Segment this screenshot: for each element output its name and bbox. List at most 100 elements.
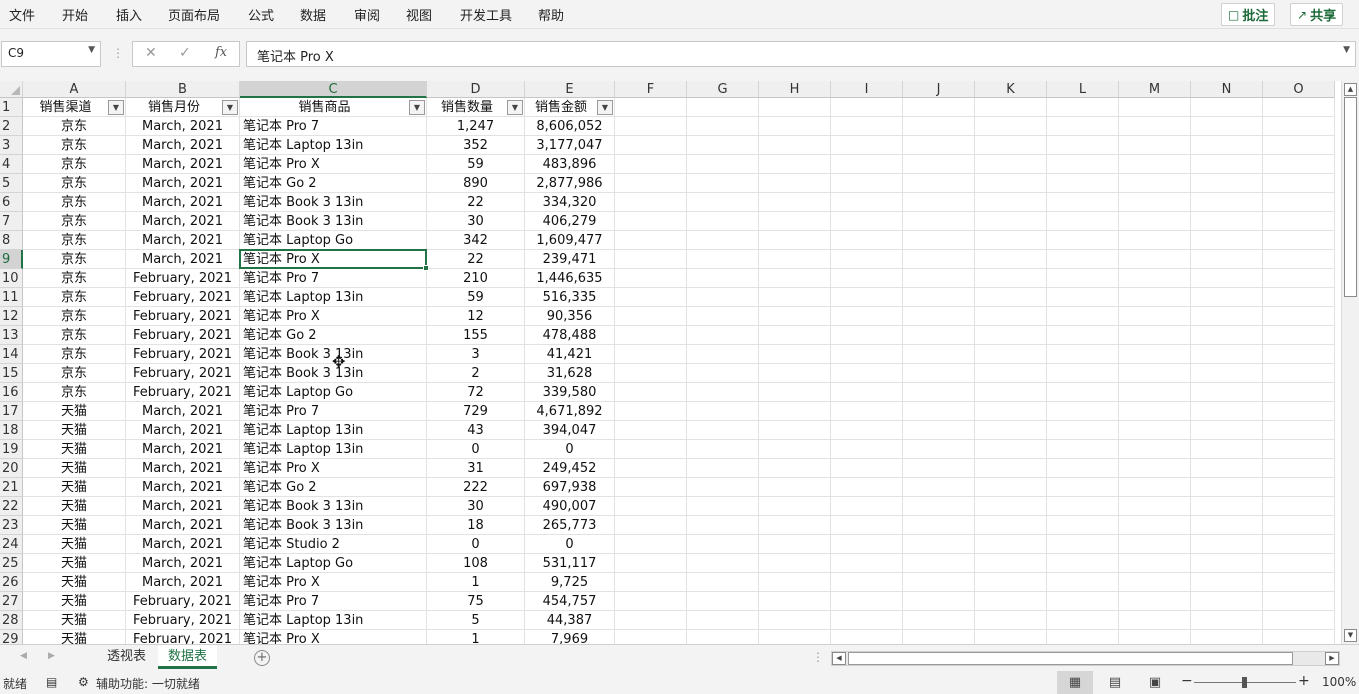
table-cell[interactable]: 天猫: [23, 554, 126, 573]
expand-formula-icon[interactable]: ▼: [1343, 45, 1350, 55]
table-cell[interactable]: [903, 554, 975, 573]
table-cell[interactable]: 59: [427, 155, 525, 174]
horizontal-scroll-thumb[interactable]: [848, 652, 1293, 665]
table-cell[interactable]: [831, 535, 903, 554]
table-cell[interactable]: [759, 117, 831, 136]
table-cell[interactable]: [975, 459, 1047, 478]
column-header-J[interactable]: J: [903, 81, 975, 98]
table-cell[interactable]: March, 2021: [126, 573, 240, 592]
confirm-icon[interactable]: ✓: [179, 45, 191, 61]
table-cell[interactable]: [1191, 497, 1263, 516]
table-cell[interactable]: 3: [427, 345, 525, 364]
table-cell[interactable]: [903, 383, 975, 402]
table-cell[interactable]: [687, 288, 759, 307]
table-cell[interactable]: 笔记本 Pro 7: [240, 117, 427, 136]
macro-record-icon[interactable]: ▤: [46, 675, 57, 689]
table-cell[interactable]: [759, 231, 831, 250]
table-cell[interactable]: [1047, 611, 1119, 630]
table-cell[interactable]: [687, 421, 759, 440]
table-cell[interactable]: [1263, 307, 1335, 326]
table-cell[interactable]: [1047, 630, 1119, 644]
table-cell[interactable]: 155: [427, 326, 525, 345]
table-cell[interactable]: [903, 155, 975, 174]
table-cell[interactable]: [831, 459, 903, 478]
table-cell[interactable]: [1119, 345, 1191, 364]
row-header-12[interactable]: 12: [0, 307, 23, 326]
column-header-C[interactable]: C: [240, 81, 427, 98]
table-cell[interactable]: [975, 554, 1047, 573]
row-header-29[interactable]: 29: [0, 630, 23, 644]
table-cell[interactable]: [615, 345, 687, 364]
table-cell[interactable]: [903, 478, 975, 497]
table-cell[interactable]: [687, 459, 759, 478]
table-cell[interactable]: [831, 497, 903, 516]
table-cell[interactable]: [1119, 193, 1191, 212]
table-cell[interactable]: [1191, 478, 1263, 497]
table-cell[interactable]: 京东: [23, 345, 126, 364]
table-cell[interactable]: [615, 231, 687, 250]
table-cell[interactable]: March, 2021: [126, 231, 240, 250]
table-cell[interactable]: 249,452: [525, 459, 615, 478]
table-cell[interactable]: [903, 326, 975, 345]
row-header-25[interactable]: 25: [0, 554, 23, 573]
table-cell[interactable]: [1263, 592, 1335, 611]
table-cell[interactable]: [903, 174, 975, 193]
share-button[interactable]: ↗ 共享: [1290, 3, 1344, 26]
table-cell[interactable]: 京东: [23, 383, 126, 402]
table-cell[interactable]: [1047, 592, 1119, 611]
table-cell[interactable]: 笔记本 Pro X: [240, 307, 427, 326]
table-cell[interactable]: 8,606,052: [525, 117, 615, 136]
table-cell[interactable]: [687, 630, 759, 644]
table-cell[interactable]: [903, 516, 975, 535]
table-cell[interactable]: [615, 421, 687, 440]
table-cell[interactable]: 天猫: [23, 421, 126, 440]
table-cell[interactable]: 笔记本 Book 3 13in: [240, 516, 427, 535]
table-cell[interactable]: [1119, 231, 1191, 250]
table-cell[interactable]: [615, 573, 687, 592]
table-cell[interactable]: [615, 288, 687, 307]
table-cell[interactable]: [615, 155, 687, 174]
table-cell[interactable]: March, 2021: [126, 516, 240, 535]
table-cell[interactable]: 笔记本 Book 3 13in: [240, 497, 427, 516]
table-cell[interactable]: [831, 136, 903, 155]
table-cell[interactable]: March, 2021: [126, 193, 240, 212]
table-cell[interactable]: [1263, 535, 1335, 554]
table-cell[interactable]: [1047, 117, 1119, 136]
column-header-A[interactable]: A: [23, 81, 126, 98]
formula-input[interactable]: 笔记本 Pro X ▼: [246, 41, 1356, 67]
row-header-19[interactable]: 19: [0, 440, 23, 459]
accessibility-icon[interactable]: ⚙: [78, 675, 89, 689]
table-cell[interactable]: 天猫: [23, 478, 126, 497]
table-cell[interactable]: March, 2021: [126, 497, 240, 516]
table-cell[interactable]: [831, 117, 903, 136]
table-cell[interactable]: 9,725: [525, 573, 615, 592]
table-cell[interactable]: February, 2021: [126, 630, 240, 644]
table-cell[interactable]: [903, 269, 975, 288]
table-cell[interactable]: [759, 383, 831, 402]
menu-tab-5[interactable]: 数据: [300, 5, 326, 24]
table-cell[interactable]: [903, 402, 975, 421]
table-cell[interactable]: 笔记本 Pro X: [240, 573, 427, 592]
table-cell[interactable]: March, 2021: [126, 117, 240, 136]
table-cell[interactable]: February, 2021: [126, 592, 240, 611]
table-cell[interactable]: 笔记本 Laptop 13in: [240, 611, 427, 630]
table-cell[interactable]: 22: [427, 250, 525, 269]
menu-tab-1[interactable]: 开始: [62, 5, 88, 24]
table-cell[interactable]: [1263, 231, 1335, 250]
table-cell[interactable]: 笔记本 Pro X: [240, 155, 427, 174]
table-cell[interactable]: March, 2021: [126, 174, 240, 193]
table-cell[interactable]: [687, 364, 759, 383]
table-cell[interactable]: [615, 212, 687, 231]
table-cell[interactable]: March, 2021: [126, 155, 240, 174]
name-box[interactable]: C9 ▼: [1, 41, 101, 67]
table-cell[interactable]: 京东: [23, 155, 126, 174]
table-cell[interactable]: 天猫: [23, 592, 126, 611]
table-cell[interactable]: [615, 98, 687, 117]
table-cell[interactable]: [1119, 155, 1191, 174]
table-cell[interactable]: [687, 193, 759, 212]
row-header-21[interactable]: 21: [0, 478, 23, 497]
table-cell[interactable]: 京东: [23, 193, 126, 212]
table-cell[interactable]: 72: [427, 383, 525, 402]
table-cell[interactable]: 454,757: [525, 592, 615, 611]
table-cell[interactable]: February, 2021: [126, 269, 240, 288]
